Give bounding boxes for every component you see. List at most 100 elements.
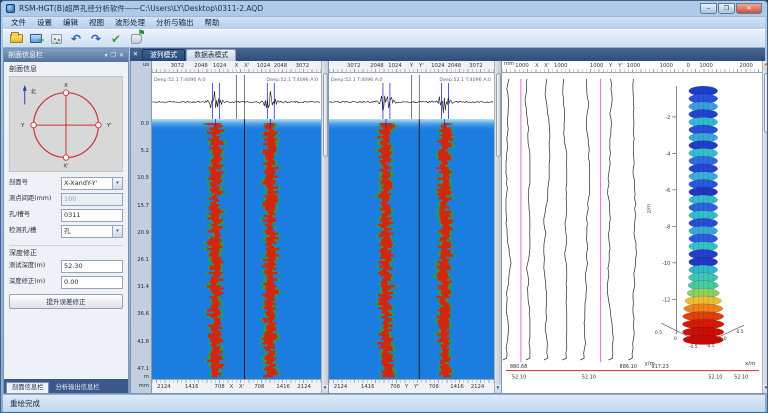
analysis-tick-label: 2000 xyxy=(739,64,752,69)
field-input[interactable]: 0311 xyxy=(61,209,123,222)
scrollbar-thumb[interactable] xyxy=(496,73,501,157)
field-label: 深度修正(m) xyxy=(9,279,61,285)
field-input: 100 xyxy=(61,193,123,206)
field-input[interactable]: 52.30 xyxy=(61,260,123,273)
radius-tick-label: 708 xyxy=(429,385,439,390)
section-info-sidebar: 剖面信息栏 ▾ ❐ ✕ 剖面信息 北 xyxy=(3,48,129,394)
time-tick-label: 1024 xyxy=(213,64,226,69)
vertical-scrollbar[interactable]: ▼ xyxy=(494,61,501,393)
lift-error-correction-button[interactable]: 提升误差修正 xyxy=(9,294,123,309)
time-tick-label: 2048 xyxy=(194,64,207,69)
menu-item[interactable]: 分析与输出 xyxy=(151,18,199,28)
waveform-strip: Deep:52.1 T:4096 A:0Deep:52.1 T:4096 A:0 xyxy=(329,73,494,119)
redo-button[interactable]: ↷ xyxy=(87,31,105,47)
scroll-down-button[interactable]: ▼ xyxy=(322,385,328,393)
close-button[interactable]: ✕ xyxy=(736,3,762,14)
undo-button[interactable]: ↶ xyxy=(67,31,85,47)
toolbar: ↶↷✔ xyxy=(3,29,765,48)
scrollbar-thumb[interactable] xyxy=(764,73,768,133)
radius-tick-label: X xyxy=(230,385,234,390)
scroll-down-button[interactable]: ▼ xyxy=(495,385,501,393)
z-tick-label: -8 xyxy=(665,224,670,230)
doc-tab-active[interactable]: 波列模式 xyxy=(142,49,185,61)
panel-close-icon[interactable]: ✕ xyxy=(119,53,124,59)
z-tick-label: -12 xyxy=(662,297,670,303)
time-tick-label: Y xyxy=(410,64,413,69)
analysis-tick-label: 1000 xyxy=(515,64,528,69)
sampling-settings-button-icon xyxy=(51,34,62,44)
device-connect-button[interactable] xyxy=(27,31,45,47)
y-axis-tick-label: 0 xyxy=(674,336,677,342)
sidebar-tab-inactive[interactable]: 分析输出信息栏 xyxy=(50,383,104,393)
scroll-down-button[interactable]: ▼ xyxy=(763,385,768,393)
y-axis-tick-label: 0.5 xyxy=(655,330,662,336)
waveform-panel-X: 307220481024XX'102420483072Deep:52.1 T:4… xyxy=(151,61,321,393)
analysis-tick-label: 1000 xyxy=(627,64,640,69)
sampling-settings-button[interactable] xyxy=(47,31,65,47)
compass-left-label: Y xyxy=(20,123,25,129)
radius-tick-label: 1416 xyxy=(276,385,289,390)
statusbar: 重绘完成 xyxy=(3,394,765,412)
waterfall-svg xyxy=(152,119,321,379)
minimize-button[interactable]: ‒ xyxy=(700,3,717,14)
depth-mark-value: 52.10 xyxy=(582,375,596,381)
scrollbar-thumb[interactable] xyxy=(323,73,328,157)
menu-item[interactable]: 文件 xyxy=(6,18,31,28)
menu-item[interactable]: 编辑 xyxy=(58,18,83,28)
confirm-button[interactable]: ✔ xyxy=(107,31,125,47)
field-select[interactable]: 孔▾ xyxy=(61,225,123,238)
menu-item[interactable]: 设置 xyxy=(32,18,57,28)
menu-item[interactable]: 帮助 xyxy=(200,18,225,28)
depth-axis-gutter: us0.05.210.515.720.926.131.436.641.847.1… xyxy=(131,61,151,393)
compass-svg: 北 X X' Y Y' xyxy=(10,77,122,169)
north-label: 北 xyxy=(31,88,37,96)
time-tick-label: 2048 xyxy=(274,64,287,69)
open-file-button-icon xyxy=(10,34,23,43)
waveform-svg: Deep:52.1 T:4096 A:0Deep:52.1 T:4096 A:0 xyxy=(329,73,494,119)
radius-profile-lines xyxy=(503,79,637,362)
field-value: 100 xyxy=(64,196,76,203)
depth-mark-value: 52.10 xyxy=(512,375,526,381)
analysis-tick-label: 1000 xyxy=(554,64,567,69)
analysis-tick-label: 0 xyxy=(686,64,689,69)
radius-tick-label: 708 xyxy=(254,385,264,390)
radius-unit-label: mm xyxy=(139,384,149,389)
time-tick-label: 1024 xyxy=(257,64,270,69)
field-value: 52.30 xyxy=(64,263,83,270)
sidebar-tab-active[interactable]: 剖面信息栏 xyxy=(6,382,49,393)
field-select[interactable]: X-XandY-Y'▾ xyxy=(61,177,123,190)
field-input[interactable]: 0.00 xyxy=(61,276,123,289)
avg-radius-value: 886.10 xyxy=(620,364,637,370)
maximize-button[interactable]: ❐ xyxy=(718,3,735,14)
doc-tab-inactive[interactable]: 数据表模式 xyxy=(186,49,236,61)
wave-info-left: Deep:52.1 T:4096 A:0 xyxy=(154,77,206,83)
compass-top-label: X xyxy=(64,83,68,89)
y-axis-label: y/m xyxy=(644,361,654,367)
section-info-group-title: 剖面信息 xyxy=(9,66,123,73)
vertical-scrollbar[interactable]: ▼ xyxy=(321,61,328,393)
scroll-up-button[interactable]: ▲ xyxy=(763,61,768,69)
compass-right-label: Y' xyxy=(106,123,112,129)
menu-item[interactable]: 波形处理 xyxy=(110,18,150,28)
mark-flag-button[interactable] xyxy=(127,31,145,47)
close-document-icon[interactable]: ✕ xyxy=(130,51,141,58)
analysis-top-axis: mm1000XX'10001000YY'10001000010002000 xyxy=(502,61,762,73)
panel-menu-icon[interactable]: ▾ xyxy=(105,53,108,59)
time-tick-label: 1024 xyxy=(388,64,401,69)
waterfall-plot xyxy=(329,119,494,379)
open-file-button[interactable] xyxy=(7,31,25,47)
analysis-tick-label: X' xyxy=(544,64,549,69)
chevron-down-icon[interactable]: ▾ xyxy=(112,226,122,237)
z-axis-label: z/m xyxy=(646,204,652,213)
chevron-down-icon[interactable]: ▾ xyxy=(112,178,122,189)
panel-float-icon[interactable]: ❐ xyxy=(111,53,116,59)
document-tabstrip: ✕ 波列模式数据表模式 xyxy=(130,48,765,61)
analysis-svg: 880.68886.10917.2352.1052.1052.1052.10-2… xyxy=(502,73,762,393)
field-value: 0.00 xyxy=(64,279,78,286)
window-controls: ‒ ❐ ✕ xyxy=(700,3,762,14)
menu-item[interactable]: 视图 xyxy=(84,18,109,28)
z-tick-label: -10 xyxy=(662,261,670,267)
z-tick-label: -2 xyxy=(665,115,670,121)
vertical-scrollbar[interactable]: ▲▼ xyxy=(762,61,768,393)
time-tick-label: 3072 xyxy=(296,64,309,69)
